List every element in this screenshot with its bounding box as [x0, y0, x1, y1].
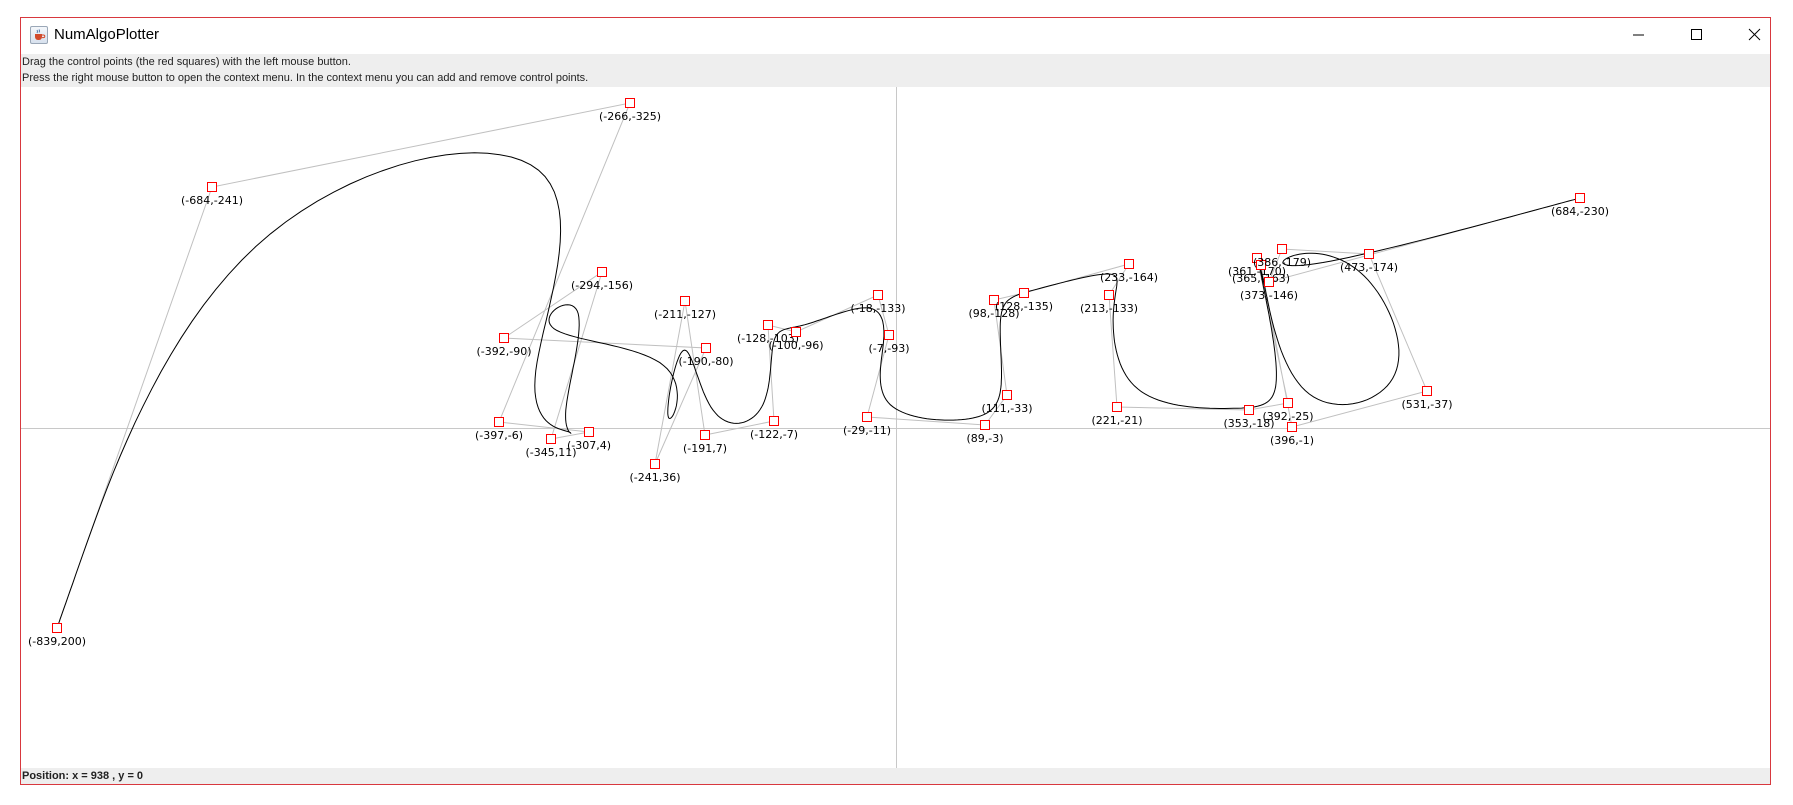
control-point-handle[interactable]: [763, 320, 773, 330]
minimize-button[interactable]: [1611, 18, 1669, 51]
control-point-label: (531,-37): [1401, 398, 1452, 411]
control-point-label: (213,-133): [1080, 302, 1138, 315]
control-point-label: (-100,-96): [768, 339, 823, 352]
control-point-label: (-397,-6): [475, 429, 523, 442]
spline-curve: [56, 152, 1581, 629]
control-point-label: (233,-164): [1100, 271, 1158, 284]
control-point-label: (-839,200): [28, 635, 86, 648]
control-point-label: (-294,-156): [571, 279, 633, 292]
control-point-handle[interactable]: [1422, 386, 1432, 396]
control-point-handle[interactable]: [1002, 390, 1012, 400]
control-polygon: [56, 102, 1581, 629]
control-point-label: (-392,-90): [476, 345, 531, 358]
control-point-handle[interactable]: [625, 98, 635, 108]
control-point-handle[interactable]: [207, 182, 217, 192]
control-point-handle[interactable]: [980, 420, 990, 430]
control-point-label: (-307,4): [567, 439, 611, 452]
control-point-handle[interactable]: [769, 416, 779, 426]
control-point-handle[interactable]: [1244, 405, 1254, 415]
control-point-handle[interactable]: [884, 330, 894, 340]
control-point-label: (-211,-127): [654, 308, 716, 321]
window-title: NumAlgoPlotter: [54, 26, 160, 43]
control-point-handle[interactable]: [494, 417, 504, 427]
title-bar[interactable]: NumAlgoPlotter: [21, 18, 1770, 54]
control-point-handle[interactable]: [1277, 244, 1287, 254]
maximize-icon: [1691, 29, 1702, 40]
control-point-label: (-18,-133): [850, 302, 905, 315]
control-point-label: (396,-1): [1270, 434, 1314, 447]
control-point-label: (392,-25): [1262, 410, 1313, 423]
control-point-label: (89,-3): [966, 432, 1003, 445]
control-point-label: (684,-230): [1551, 205, 1609, 218]
control-point-handle[interactable]: [700, 430, 710, 440]
control-point-label: (-190,-80): [678, 355, 733, 368]
instruction-line-drag: Drag the control points (the red squares…: [22, 56, 351, 68]
control-point-handle[interactable]: [584, 427, 594, 437]
instructions-panel: Drag the control points (the red squares…: [21, 54, 1770, 87]
control-point-handle[interactable]: [1104, 290, 1114, 300]
control-point-handle[interactable]: [701, 343, 711, 353]
control-point-label: (-684,-241): [181, 194, 243, 207]
control-point-label: (-7,-93): [868, 342, 909, 355]
app-window: NumAlgoPlotter Drag the control points (…: [20, 17, 1771, 785]
control-point-label: (365,-163): [1232, 272, 1290, 285]
control-point-label: (221,-21): [1091, 414, 1142, 427]
instruction-line-context-menu: Press the right mouse button to open the…: [22, 72, 589, 84]
close-button[interactable]: [1727, 18, 1770, 51]
java-coffee-cup-icon: [30, 26, 48, 44]
control-point-handle[interactable]: [1283, 398, 1293, 408]
control-point-label: (-241,36): [629, 471, 680, 484]
control-point-handle[interactable]: [1287, 422, 1297, 432]
plot-svg[interactable]: (-839,200) (-684,-241) (-266,-325) (-397,-6…: [21, 87, 1770, 768]
control-point-handle[interactable]: [1124, 259, 1134, 269]
control-point-handle[interactable]: [1264, 277, 1274, 287]
control-point-handle[interactable]: [597, 267, 607, 277]
control-point-handle[interactable]: [52, 623, 62, 633]
control-point-handle[interactable]: [791, 327, 801, 337]
control-point-handle[interactable]: [1019, 288, 1029, 298]
minimize-icon: [1633, 34, 1644, 36]
control-point-handle[interactable]: [499, 333, 509, 343]
control-point-label: (111,-33): [981, 402, 1032, 415]
control-point-label: (-122,-7): [750, 428, 798, 441]
control-point-handle[interactable]: [650, 459, 660, 469]
control-point-label: (128,-135): [995, 300, 1053, 313]
control-point-handle[interactable]: [1112, 402, 1122, 412]
close-icon: [1748, 28, 1761, 41]
control-point-label: (-266,-325): [599, 110, 661, 123]
control-point-label: (386,-179): [1253, 256, 1311, 269]
position-status: Position: x = 938 , y = 0: [21, 768, 1770, 784]
control-point-handle[interactable]: [1575, 193, 1585, 203]
control-point-handle[interactable]: [862, 412, 872, 422]
control-point-label: (373,-146): [1240, 289, 1298, 302]
plot-canvas[interactable]: (-839,200) (-684,-241) (-266,-325) (-397,-6…: [21, 87, 1770, 768]
control-point-handle[interactable]: [680, 296, 690, 306]
control-point-label: (473,-174): [1340, 261, 1398, 274]
control-point-handle[interactable]: [1364, 249, 1374, 259]
control-point-handle[interactable]: [546, 434, 556, 444]
maximize-button[interactable]: [1669, 18, 1727, 51]
control-point-handle[interactable]: [873, 290, 883, 300]
control-point-label: (-29,-11): [843, 424, 891, 437]
control-point-label: (-191,7): [683, 442, 727, 455]
